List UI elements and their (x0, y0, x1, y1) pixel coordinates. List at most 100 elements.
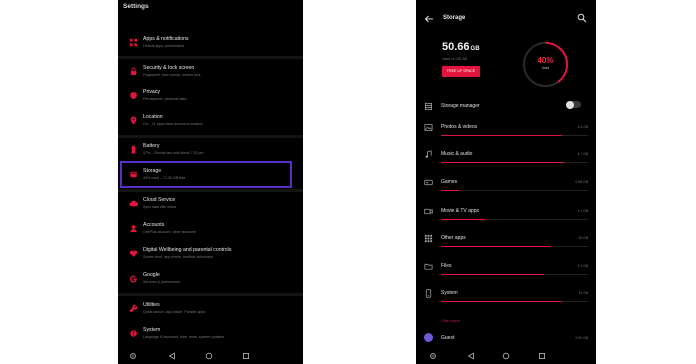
back-arrow-icon[interactable] (424, 14, 434, 24)
settings-item-subtitle: Fingerprint, face unlock, screen lock (143, 72, 201, 77)
settings-item-subtitle: Default apps, permissions (143, 43, 185, 48)
category-bar (441, 190, 588, 192)
category-bar (441, 246, 588, 248)
used-value-unit: GB (470, 46, 480, 52)
settings-item-title: Accounts (143, 222, 165, 228)
used-value-number: 50.66 (442, 41, 470, 53)
category-size: 14 GB (578, 291, 588, 295)
apps-icon (129, 38, 138, 47)
location-icon (129, 116, 138, 125)
used-label: Used (541, 66, 550, 70)
guest-user-row[interactable]: Guest 0.00 GB (416, 330, 596, 346)
settings-item-title: System (143, 327, 161, 333)
category-size: 20 GB (578, 236, 588, 240)
settings-item-utilities[interactable]: Utilities Quick launch, App locker, Para… (118, 299, 303, 323)
settings-item-title: Cloud Service (143, 197, 176, 203)
music-icon (424, 150, 433, 159)
settings-item-title: Location (143, 114, 163, 120)
category-size: 4.4 GB (577, 125, 588, 129)
navigation-bar (118, 348, 303, 364)
settings-item-system[interactable]: System Language & keyboard, time, reset,… (118, 324, 303, 348)
back-triangle-icon[interactable] (168, 352, 176, 360)
settings-item-title: Utilities (143, 302, 160, 308)
settings-item-apps[interactable]: Apps & notifications Default apps, permi… (118, 33, 303, 57)
storage-category-row[interactable]: Other apps 20 GB (416, 229, 596, 256)
category-bar (441, 274, 588, 276)
category-label: Other apps (441, 235, 466, 241)
settings-item-cloud[interactable]: Cloud Service Sync data with cloud (118, 194, 303, 218)
toggle-knob (566, 100, 574, 109)
settings-item-digital-wellbeing[interactable]: Digital Wellbeing and parental controls … (118, 244, 303, 268)
storage-manager-toggle[interactable] (566, 100, 581, 109)
utilities-icon (129, 304, 138, 313)
category-label: Photos & videos (441, 124, 478, 130)
settings-item-title: Security & lock screen (143, 65, 195, 71)
settings-item-subtitle: Language & keyboard, time, reset, system… (143, 334, 225, 339)
settings-item-subtitle: Sync data with cloud (143, 204, 176, 209)
settings-screen: Settings Apps & notifications Default ap… (118, 0, 303, 364)
divider (118, 293, 303, 296)
used-percent: 40% (537, 56, 554, 65)
settings-item-title: Apps & notifications (143, 36, 189, 42)
privacy-icon (129, 91, 138, 100)
photos-icon (424, 123, 433, 132)
storage-category-row[interactable]: Photos & videos 4.4 GB (416, 118, 596, 145)
free-up-space-button[interactable]: FREE UP SPACE (442, 66, 480, 77)
cloud-icon (129, 199, 138, 208)
category-bar (441, 162, 588, 164)
storage-manager-label: Storage manager (441, 103, 480, 109)
storage-category-row[interactable]: Games 0.08 GB (416, 173, 596, 200)
guest-avatar-icon (424, 333, 433, 342)
section-label-other-users: Other users (441, 319, 460, 323)
games-icon (424, 178, 433, 187)
recents-square-icon[interactable] (538, 352, 546, 360)
storage-category-row[interactable]: Music & audio 4.7 GB (416, 145, 596, 172)
settings-item-location[interactable]: Location On – 21 apps have access to loc… (118, 111, 303, 135)
settings-item-title: Google (143, 272, 160, 278)
settings-item-accounts[interactable]: Accounts OnePlus account, other accounts (118, 219, 303, 243)
category-bar-fill (441, 274, 544, 276)
category-label: Music & audio (441, 151, 473, 157)
settings-item-subtitle: Screen time, app timers, bedtime schedul… (143, 254, 213, 259)
category-bar-fill (441, 301, 562, 303)
settings-gear-icon[interactable] (129, 352, 137, 360)
settings-gear-icon[interactable] (429, 352, 437, 360)
storage-screen: Storage 50.66GB Used of 128 GB FREE UP S… (416, 0, 596, 364)
page-title: Storage (443, 15, 466, 21)
home-circle-icon[interactable] (205, 352, 213, 360)
search-icon[interactable] (577, 13, 587, 23)
home-circle-icon[interactable] (502, 352, 510, 360)
storage-usage-donut: 40% Used (521, 40, 570, 89)
settings-item-privacy[interactable]: Privacy Permissions, personal data (118, 86, 303, 110)
selection-highlight (120, 161, 292, 188)
back-triangle-icon[interactable] (467, 352, 475, 360)
movie-icon (424, 207, 433, 216)
settings-item-title: Digital Wellbeing and parental controls (143, 247, 232, 253)
category-size: 2.1 GB (577, 264, 588, 268)
battery-icon (129, 145, 138, 154)
google-icon (129, 274, 138, 283)
category-size: 0.08 GB (575, 180, 588, 184)
category-bar-fill (441, 190, 459, 192)
system-icon (129, 329, 138, 338)
storage-category-row[interactable]: Files 2.1 GB (416, 257, 596, 284)
settings-item-security[interactable]: Security & lock screen Fingerprint, face… (118, 62, 303, 86)
category-bar-fill (441, 219, 486, 221)
recents-square-icon[interactable] (242, 352, 250, 360)
lock-icon (129, 67, 138, 76)
category-label: System (441, 290, 458, 296)
settings-item-subtitle: Quick launch, App locker, Parallel apps (143, 309, 206, 314)
page-title: Settings (123, 3, 149, 10)
storage-manager-icon (424, 102, 433, 111)
settings-item-subtitle: Services & preferences (143, 279, 181, 284)
settings-item-title: Battery (143, 143, 160, 149)
category-label: Movie & TV apps (441, 208, 479, 214)
category-bar (441, 219, 588, 221)
storage-category-row[interactable]: System 14 GB (416, 284, 596, 311)
divider (118, 135, 303, 138)
storage-category-row[interactable]: Movie & TV apps 1.1 GB (416, 202, 596, 229)
category-bar-fill (441, 135, 562, 137)
settings-item-subtitle: On – 21 apps have access to location (143, 121, 203, 126)
category-label: Games (441, 179, 458, 185)
settings-item-google[interactable]: Google Services & preferences (118, 269, 303, 293)
